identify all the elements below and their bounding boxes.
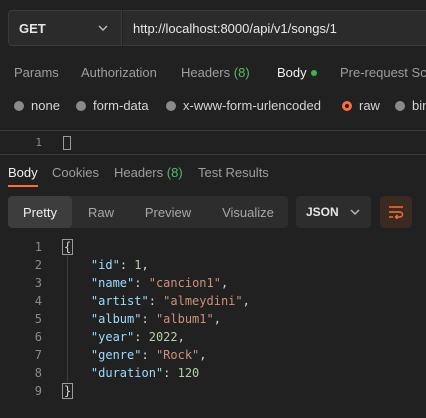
json-key: "album" bbox=[90, 312, 142, 326]
wrap-lines-icon bbox=[389, 206, 404, 219]
code-text: { bbox=[62, 238, 74, 256]
code-line: 4 "artist": "almeydini", bbox=[0, 292, 426, 310]
radio-dot bbox=[166, 100, 176, 111]
method-select[interactable]: GET bbox=[8, 10, 122, 46]
tab-prerequest[interactable]: Pre-request Scr bbox=[340, 65, 426, 80]
code-line: 2 "id": 1, bbox=[0, 256, 426, 274]
tab-body-label: Body bbox=[277, 65, 307, 80]
tab-headers-label: Headers bbox=[181, 65, 231, 80]
request-tabs: Params Authorization Headers (8) Body Pr… bbox=[0, 60, 426, 88]
code-text: "name": "cancion1", bbox=[90, 276, 229, 290]
radio-none-label: none bbox=[31, 98, 60, 113]
tab-response-headers-label: Headers bbox=[114, 165, 164, 180]
tab-test-results[interactable]: Test Results bbox=[198, 165, 269, 180]
json-value: 120 bbox=[177, 366, 200, 380]
json-key: "artist" bbox=[90, 294, 149, 308]
radio-dot bbox=[395, 100, 405, 111]
radio-raw[interactable]: raw bbox=[342, 98, 380, 113]
view-raw-button[interactable]: Raw bbox=[76, 196, 126, 228]
code-text: } bbox=[62, 382, 74, 400]
json-value: "cancion1" bbox=[148, 276, 221, 290]
line-number: 7 bbox=[34, 348, 42, 362]
tab-response-body[interactable]: Body bbox=[8, 165, 38, 180]
divider bbox=[0, 154, 426, 155]
method-label: GET bbox=[19, 20, 46, 36]
code-line: 1{ bbox=[0, 238, 426, 256]
json-value: "album1" bbox=[155, 312, 214, 326]
body-type-radios: none form-data x-www-form-urlencoded raw… bbox=[0, 96, 426, 118]
headers-count: (8) bbox=[233, 65, 250, 80]
brace: { bbox=[62, 239, 74, 255]
line-number: 3 bbox=[34, 276, 42, 290]
view-mode-bar: Pretty Raw Preview Visualize bbox=[8, 196, 288, 228]
body-active-dot bbox=[310, 69, 317, 76]
editor-line-number: 1 bbox=[35, 136, 42, 149]
code-line: 5 "album": "album1", bbox=[0, 310, 426, 328]
chevron-down-icon bbox=[98, 25, 108, 31]
radio-urlencoded-label: x-www-form-urlencoded bbox=[183, 98, 321, 113]
request-body-editor[interactable]: 1 bbox=[0, 132, 426, 154]
view-preview-button[interactable]: Preview bbox=[134, 196, 202, 228]
code-line: 7 "genre": "Rock", bbox=[0, 346, 426, 364]
radio-urlencoded[interactable]: x-www-form-urlencoded bbox=[166, 98, 321, 113]
radio-binary[interactable]: bin bbox=[395, 98, 426, 113]
code-text: "genre": "Rock", bbox=[90, 348, 207, 362]
line-number: 6 bbox=[34, 330, 42, 344]
brace-marker bbox=[63, 136, 71, 150]
response-headers-count: (8) bbox=[166, 165, 183, 180]
line-number: 5 bbox=[34, 312, 42, 326]
radio-none[interactable]: none bbox=[14, 98, 60, 113]
chevron-down-icon bbox=[350, 209, 360, 215]
json-key: "year" bbox=[90, 330, 135, 344]
line-number: 1 bbox=[34, 240, 42, 254]
line-number: 8 bbox=[34, 366, 42, 380]
code-text: "album": "album1", bbox=[90, 312, 221, 326]
radio-raw-label: raw bbox=[359, 98, 380, 113]
radio-dot bbox=[76, 100, 86, 111]
line-number: 2 bbox=[34, 258, 42, 272]
brace: } bbox=[62, 383, 74, 399]
tab-params[interactable]: Params bbox=[14, 65, 59, 80]
view-pretty-button[interactable]: Pretty bbox=[8, 196, 72, 228]
tab-response-headers[interactable]: Headers (8) bbox=[114, 165, 183, 180]
code-line: 6 "year": 2022, bbox=[0, 328, 426, 346]
json-value: 2022 bbox=[148, 330, 178, 344]
json-value: "almeydini" bbox=[163, 294, 243, 308]
url-text: http://localhost:8000/api/v1/songs/1 bbox=[133, 20, 337, 36]
json-key: "id" bbox=[90, 258, 120, 272]
radio-form-data-label: form-data bbox=[93, 98, 149, 113]
tab-headers[interactable]: Headers (8) bbox=[181, 65, 250, 80]
line-number: 9 bbox=[34, 384, 42, 398]
response-tabs: Body Cookies Headers (8) Test Results bbox=[0, 160, 426, 188]
json-key: "genre" bbox=[90, 348, 142, 362]
format-select-label: JSON bbox=[306, 205, 339, 219]
radio-dot bbox=[14, 100, 24, 111]
radio-dot-selected bbox=[342, 100, 352, 111]
code-line: 8 "duration": 120 bbox=[0, 364, 426, 382]
active-tab-underline bbox=[8, 185, 38, 187]
code-line: 9} bbox=[0, 382, 426, 400]
format-select[interactable]: JSON bbox=[296, 196, 371, 228]
line-number: 4 bbox=[34, 294, 42, 308]
code-text: "year": 2022, bbox=[90, 330, 185, 344]
code-text: "id": 1, bbox=[90, 258, 149, 272]
wrap-lines-button[interactable] bbox=[380, 196, 412, 228]
view-visualize-button[interactable]: Visualize bbox=[208, 196, 288, 228]
code-line: 3 "name": "cancion1", bbox=[0, 274, 426, 292]
json-value: "Rock" bbox=[155, 348, 200, 362]
json-key: "duration" bbox=[90, 366, 164, 380]
tab-cookies[interactable]: Cookies bbox=[52, 165, 99, 180]
url-input[interactable]: http://localhost:8000/api/v1/songs/1 bbox=[123, 10, 426, 46]
radio-form-data[interactable]: form-data bbox=[76, 98, 149, 113]
code-text: "artist": "almeydini", bbox=[90, 294, 250, 308]
json-value: 1 bbox=[134, 258, 142, 272]
divider bbox=[0, 130, 426, 131]
tab-body[interactable]: Body bbox=[277, 65, 317, 80]
radio-binary-label: bin bbox=[412, 98, 426, 113]
code-text: "duration": 120 bbox=[90, 366, 200, 380]
tab-authorization[interactable]: Authorization bbox=[81, 65, 157, 80]
json-key: "name" bbox=[90, 276, 135, 290]
